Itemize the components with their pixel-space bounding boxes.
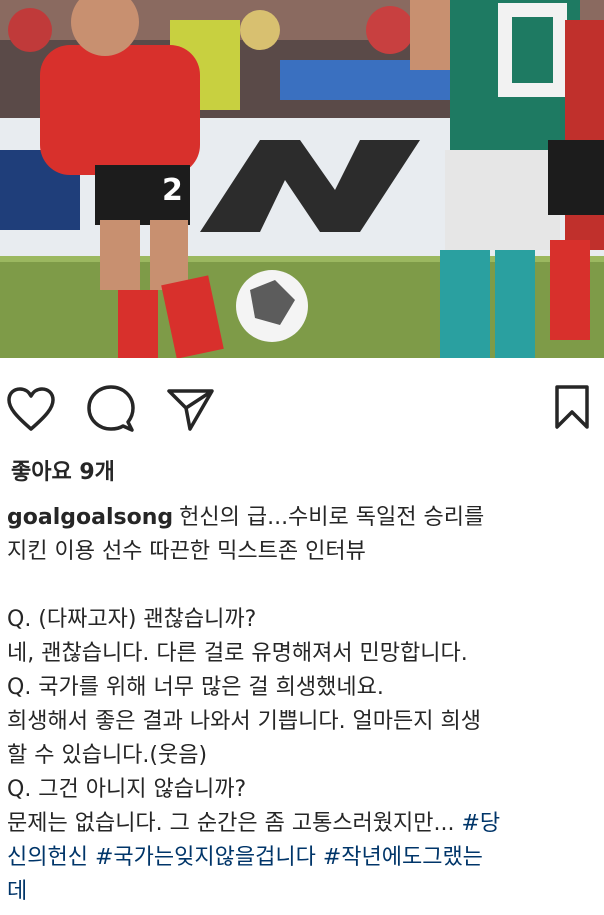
- caption-text: 문제는 없습니다. 그 순간은 좀 고통스러웠지만...: [7, 811, 462, 836]
- hashtag-link[interactable]: 데: [7, 879, 27, 904]
- hashtag-link[interactable]: #당: [462, 811, 501, 836]
- caption-line: Q. 국가를 위해 너무 많은 걸 희생했네요.: [7, 675, 384, 700]
- action-bar: [0, 358, 604, 458]
- caption-line: 희생해서 좋은 결과 나와서 기쁩니다. 얼마든지 희생: [7, 709, 481, 734]
- caption-line: goalgoalsong 헌신의 급...수비로 독일전 승리를: [7, 501, 599, 535]
- caption-line: 지킨 이용 선수 따끈한 믹스트존 인터뷰: [7, 539, 366, 564]
- bookmark-icon[interactable]: [554, 384, 590, 434]
- caption-line: 데: [7, 875, 599, 909]
- likes-count[interactable]: 좋아요 9개: [11, 454, 115, 486]
- hashtag-link[interactable]: 신의헌신: [7, 845, 88, 870]
- svg-text:2: 2: [162, 173, 183, 208]
- caption-line: Q. (다짜고자) 괜찮습니까?: [7, 607, 257, 632]
- caption-text: 헌신의 급...수비로 독일전 승리를: [179, 505, 485, 530]
- caption-line: 할 수 있습니다.(웃음): [7, 743, 208, 768]
- paper-plane-icon[interactable]: [166, 386, 216, 436]
- hashtag-link[interactable]: #작년에도그랬는: [323, 845, 483, 870]
- hashtag-link[interactable]: #국가는잊지않을겁니다: [95, 845, 316, 870]
- caption-line: 네, 괜찮습니다. 다른 걸로 유명해져서 민망합니다.: [7, 641, 468, 666]
- post-photo[interactable]: 2: [0, 0, 604, 358]
- caption-line: Q. 그건 아니지 않습니까?: [7, 777, 247, 802]
- caption-spacer: [7, 569, 599, 603]
- post-caption: goalgoalsong 헌신의 급...수비로 독일전 승리를 지킨 이용 선수…: [7, 501, 599, 909]
- speech-bubble-icon[interactable]: [86, 384, 136, 438]
- username-link[interactable]: goalgoalsong: [7, 505, 173, 530]
- heart-outline-icon[interactable]: [6, 386, 56, 436]
- caption-line: 신의헌신 #국가는잊지않을겁니다 #작년에도그랬는: [7, 841, 599, 875]
- caption-line: 문제는 없습니다. 그 순간은 좀 고통스러웠지만... #당: [7, 807, 599, 841]
